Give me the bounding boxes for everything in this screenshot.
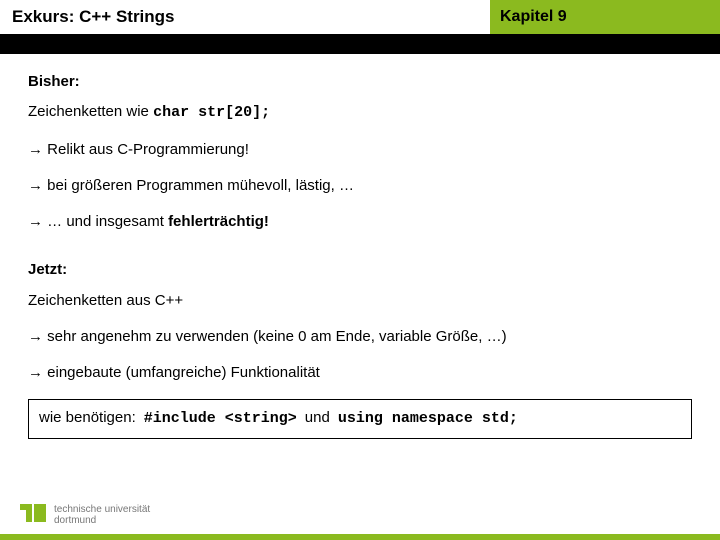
bisher-point-1: → Relikt aus C-Programmierung! — [28, 140, 692, 160]
req-label: wie benötigen: — [39, 408, 136, 428]
tu-logo-text: technische universität dortmund — [54, 504, 150, 526]
requirement-box: wie benötigen: #include <string> und usi… — [28, 399, 692, 438]
bisher-line-1-text: Zeichenketten wie — [28, 103, 153, 120]
bisher-point-2: → bei größeren Programmen mühevoll, läst… — [28, 176, 692, 196]
req-code-2: using namespace std; — [338, 409, 518, 429]
bisher-point-3-prefix: → … und insgesamt — [28, 213, 168, 230]
slide-content: Bisher: Zeichenketten wie char str[20]; … — [0, 54, 720, 439]
footer-accent-bar — [0, 534, 720, 540]
bisher-point-3-bold: fehlerträchtig! — [168, 213, 269, 230]
bisher-heading: Bisher: — [28, 72, 692, 92]
bisher-point-3: → … und insgesamt fehlerträchtig! — [28, 212, 692, 232]
bisher-line-1-code: char str[20]; — [153, 104, 270, 121]
tu-text-line-2: dortmund — [54, 515, 150, 526]
slide-header: Exkurs: C++ Strings Kapitel 9 — [0, 0, 720, 34]
jetzt-point-1: → sehr angenehm zu verwenden (keine 0 am… — [28, 327, 692, 347]
jetzt-heading: Jetzt: — [28, 260, 692, 280]
slide-title-right: Kapitel 9 — [490, 0, 720, 34]
tu-text-line-1: technische universität — [54, 504, 150, 515]
bisher-line-1: Zeichenketten wie char str[20]; — [28, 102, 692, 123]
slide-title-left: Exkurs: C++ Strings — [0, 0, 490, 34]
slide-footer: technische universität dortmund — [18, 500, 150, 530]
req-mid: und — [305, 408, 330, 428]
jetzt-point-2: → eingebaute (umfangreiche) Funktionalit… — [28, 363, 692, 383]
tu-logo: technische universität dortmund — [18, 500, 150, 530]
req-code-1: #include <string> — [144, 409, 297, 429]
header-divider — [0, 34, 720, 54]
jetzt-line-1: Zeichenketten aus C++ — [28, 291, 692, 311]
tu-logo-mark — [18, 500, 48, 530]
